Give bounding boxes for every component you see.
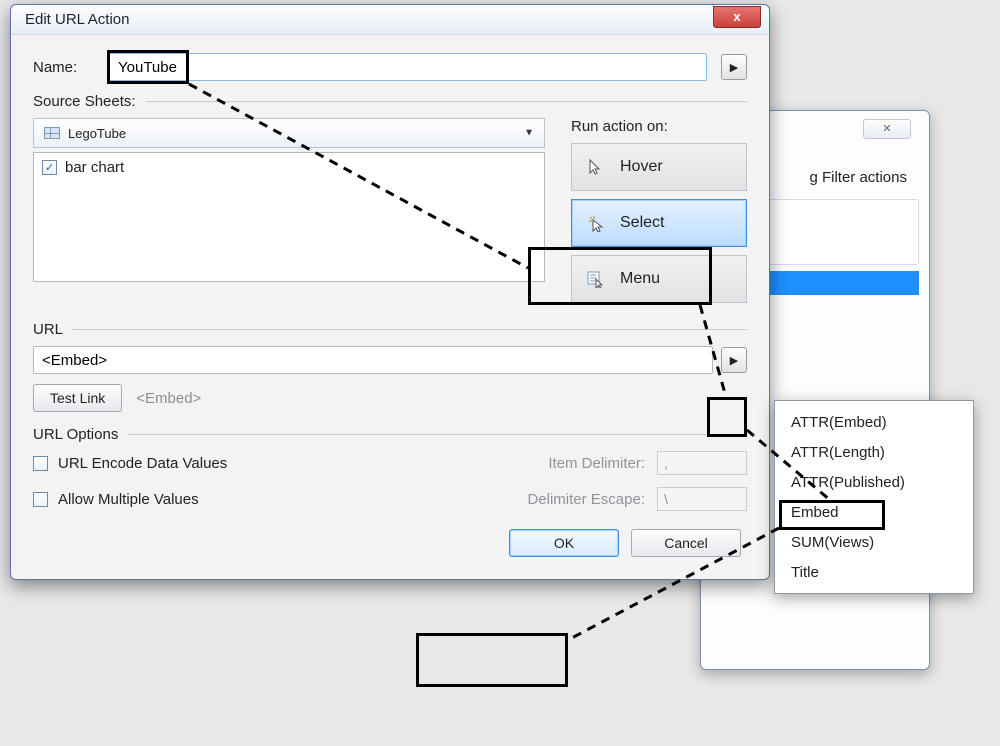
- url-encode-checkbox[interactable]: ✓: [33, 456, 48, 471]
- allow-multiple-label: Allow Multiple Values: [58, 491, 199, 508]
- menu-item-title[interactable]: Title: [775, 557, 973, 587]
- url-encode-label: URL Encode Data Values: [58, 455, 227, 472]
- caret-down-icon: ▼: [524, 128, 534, 139]
- ok-button[interactable]: OK: [509, 529, 619, 557]
- run-menu-label: Menu: [620, 270, 660, 288]
- run-action-on-label: Run action on:: [571, 118, 747, 135]
- background-filter-actions-label: g Filter actions: [809, 169, 907, 186]
- menu-item-attr-embed[interactable]: ATTR(Embed): [775, 407, 973, 437]
- titlebar[interactable]: Edit URL Action x: [11, 5, 769, 35]
- divider: [146, 101, 747, 102]
- run-hover-button[interactable]: Hover: [571, 143, 747, 191]
- list-item[interactable]: ✓ bar chart: [42, 159, 536, 176]
- dialog-title: Edit URL Action: [25, 11, 130, 28]
- source-sheet-list[interactable]: ✓ bar chart: [33, 152, 545, 282]
- test-link-label: Test Link: [50, 390, 105, 406]
- cursor-click-icon: [586, 213, 606, 233]
- run-select-button[interactable]: Select: [571, 199, 747, 247]
- name-label: Name:: [33, 59, 95, 76]
- ok-label: OK: [554, 535, 574, 551]
- source-sheets-label: Source Sheets:: [33, 93, 136, 110]
- menu-item-attr-published[interactable]: ATTR(Published): [775, 467, 973, 497]
- divider: [128, 434, 747, 435]
- highlight-ok-button: [416, 633, 568, 687]
- url-section-label: URL: [33, 321, 63, 338]
- divider: [73, 329, 747, 330]
- play-icon: ▶: [730, 61, 738, 74]
- url-input[interactable]: [33, 346, 713, 374]
- cursor-icon: [586, 157, 606, 177]
- play-icon: ▶: [730, 354, 738, 367]
- background-close-button[interactable]: ✕: [863, 119, 911, 139]
- sheet-icon: [44, 127, 60, 139]
- source-sheet-dropdown[interactable]: LegoTube ▼: [33, 118, 545, 148]
- cancel-button[interactable]: Cancel: [631, 529, 741, 557]
- menu-item-embed[interactable]: Embed: [775, 497, 973, 527]
- allow-multiple-checkbox[interactable]: ✓: [33, 492, 48, 507]
- run-select-label: Select: [620, 214, 664, 232]
- test-link-button[interactable]: Test Link: [33, 384, 122, 412]
- delimiter-escape-input: [657, 487, 747, 511]
- menu-icon: [586, 269, 606, 289]
- item-delimiter-input: [657, 451, 747, 475]
- close-button[interactable]: x: [713, 6, 761, 28]
- run-menu-button[interactable]: Menu: [571, 255, 747, 303]
- menu-item-attr-length[interactable]: ATTR(Length): [775, 437, 973, 467]
- menu-item-sum-views[interactable]: SUM(Views): [775, 527, 973, 557]
- name-input[interactable]: [109, 53, 707, 81]
- test-link-preview: <Embed>: [136, 390, 201, 407]
- url-options-label: URL Options: [33, 426, 118, 443]
- cancel-label: Cancel: [664, 535, 708, 551]
- source-sheet-value: LegoTube: [68, 126, 126, 141]
- edit-url-action-dialog: Edit URL Action x Name: ▶ Source Sheets:…: [10, 4, 770, 580]
- item-delimiter-label: Item Delimiter:: [487, 455, 657, 472]
- delimiter-escape-label: Delimiter Escape:: [487, 491, 657, 508]
- list-item-label: bar chart: [65, 159, 124, 176]
- name-field-picker-button[interactable]: ▶: [721, 54, 747, 80]
- url-field-picker-button[interactable]: ▶: [721, 347, 747, 373]
- checkbox-checked-icon[interactable]: ✓: [42, 160, 57, 175]
- url-field-menu[interactable]: ATTR(Embed) ATTR(Length) ATTR(Published)…: [774, 400, 974, 594]
- run-hover-label: Hover: [620, 158, 663, 176]
